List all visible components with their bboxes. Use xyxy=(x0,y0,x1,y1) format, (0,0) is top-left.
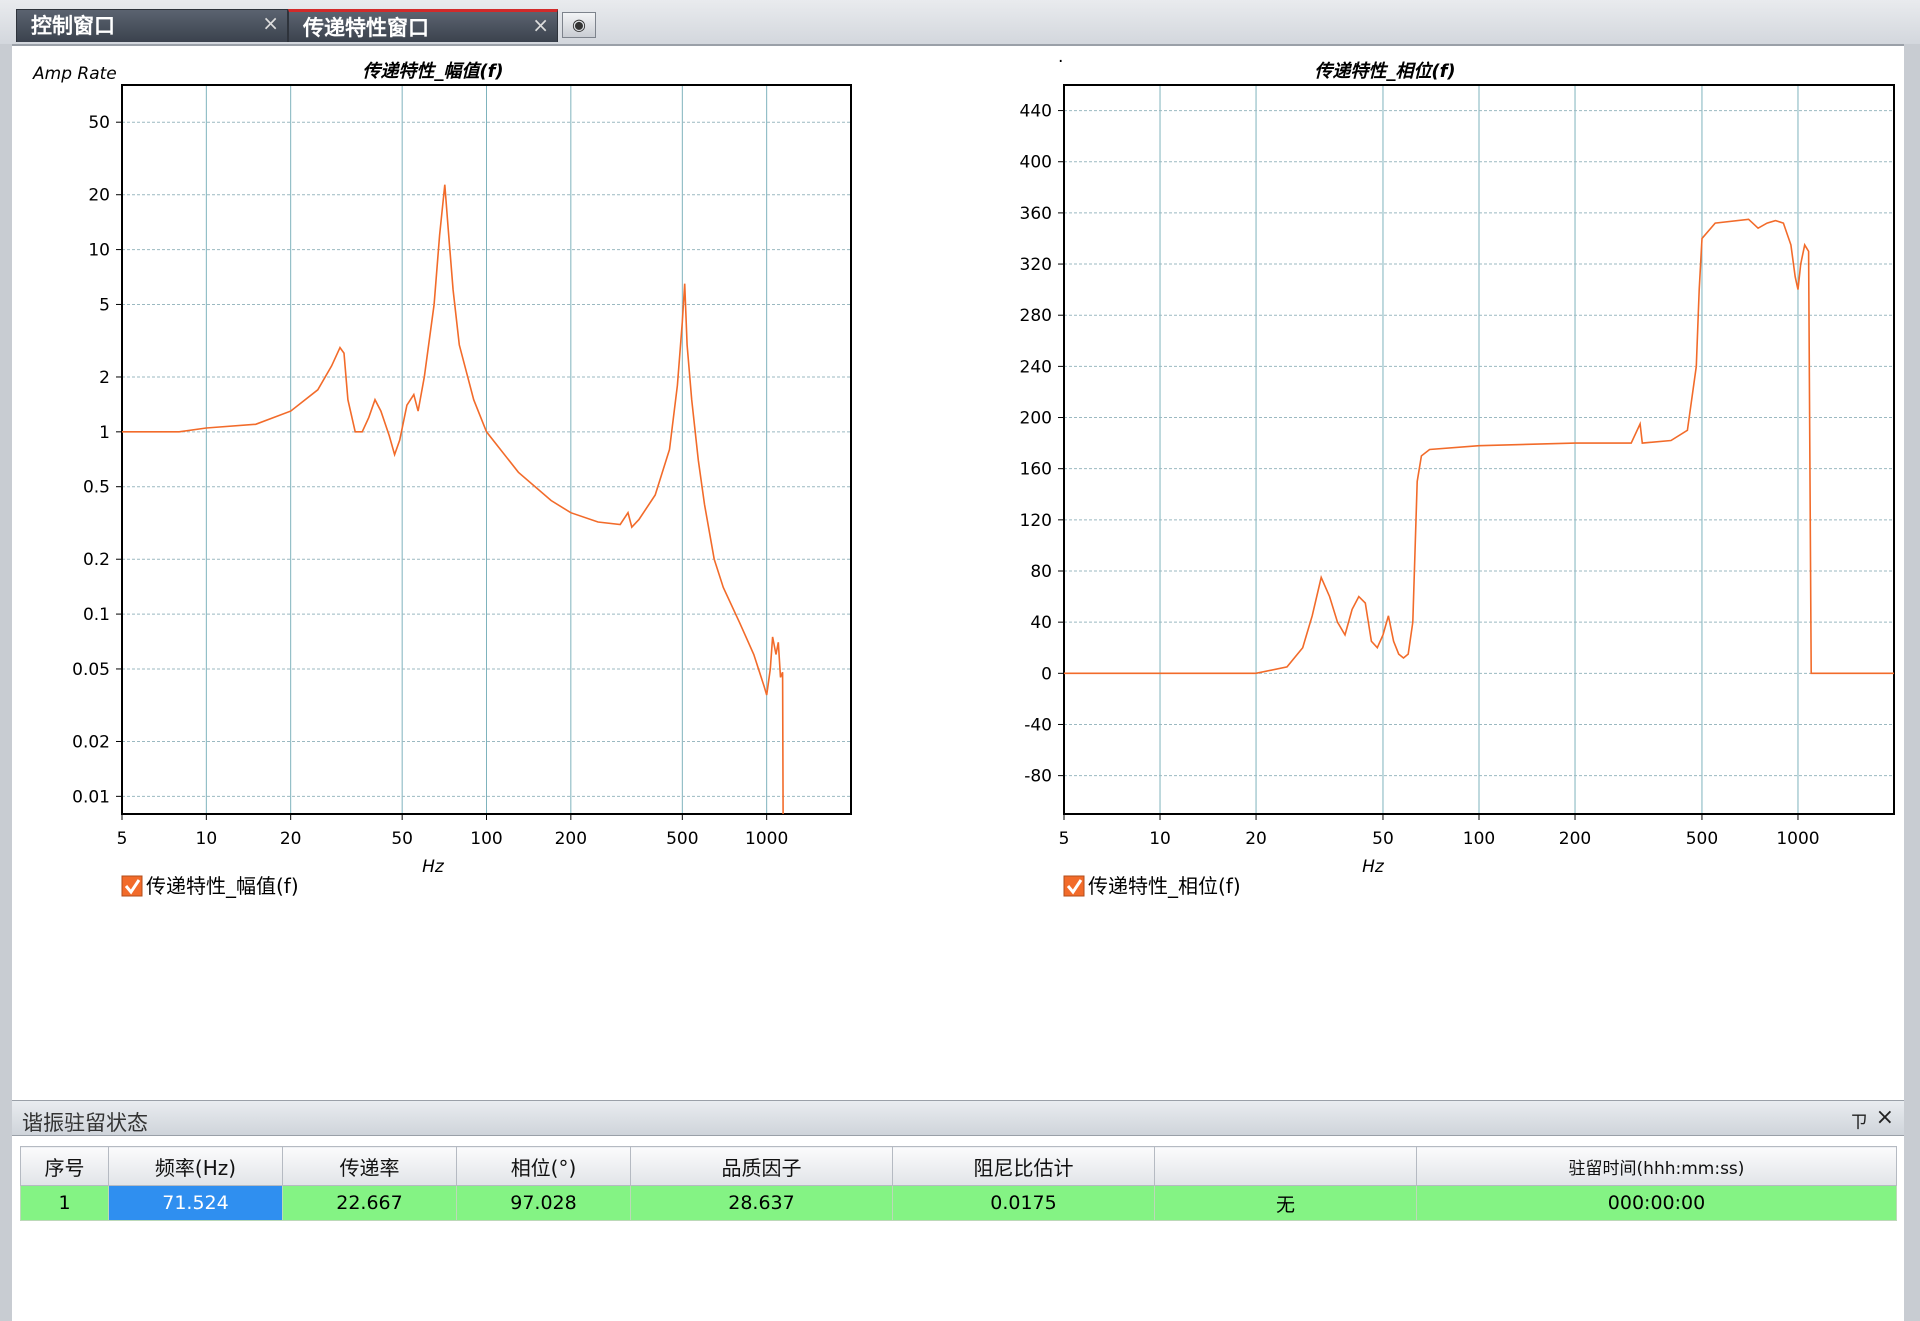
phase-y-tick-label: 80 xyxy=(1030,562,1052,582)
phase-xlabel: Hz xyxy=(1362,857,1385,877)
amplitude-x-tick-label: 5 xyxy=(117,829,128,849)
amplitude-series-line xyxy=(122,184,784,815)
amplitude-y-tick-label: 0.05 xyxy=(72,660,110,680)
amplitude-y-tick-label: 0.1 xyxy=(83,605,110,625)
left-frame xyxy=(0,44,12,1321)
phase-y-tick-label: 280 xyxy=(1020,306,1052,326)
amplitude-x-tick-label: 500 xyxy=(666,829,698,849)
table-header-row: 序号 频率(Hz) 传递率 相位(°) 品质因子 阻尼比估计 驻留时间(hhh:… xyxy=(20,1146,1897,1186)
table-row[interactable]: 1 71.524 22.667 97.028 28.637 0.0175 无 0… xyxy=(20,1185,1897,1221)
phase-y-tick-label: 160 xyxy=(1020,460,1052,480)
tab-label: 控制窗口 xyxy=(31,14,115,38)
amplitude-y-tick-label: 5 xyxy=(99,295,110,315)
cell-damping-ratio[interactable]: 0.0175 xyxy=(892,1185,1155,1221)
right-scroll-frame xyxy=(1904,44,1920,1321)
cell-dwell-time[interactable]: 000:00:00 xyxy=(1416,1185,1897,1221)
amplitude-y-tick-label: 0.2 xyxy=(83,550,110,570)
close-icon[interactable]: × xyxy=(532,9,549,42)
panel-title: 谐振驻留状态 xyxy=(22,1111,148,1135)
cell-frequency[interactable]: 71.524 xyxy=(108,1185,283,1221)
phase-x-tick-label: 5 xyxy=(1059,829,1070,849)
cell-transmissibility[interactable]: 22.667 xyxy=(282,1185,457,1221)
cell-index[interactable]: 1 xyxy=(20,1185,109,1221)
close-icon[interactable]: × xyxy=(262,7,279,40)
charts-svg: Amp Rate 传递特性_幅值(f) Hz 传递特性_幅值(f) . 传递特性… xyxy=(32,47,1895,898)
amplitude-x-tick-label: 1000 xyxy=(745,829,788,849)
amplitude-y-tick-label: 10 xyxy=(88,241,110,261)
cell-phase[interactable]: 97.028 xyxy=(456,1185,631,1221)
phase-y-tick-label: 120 xyxy=(1020,511,1052,531)
phase-x-tick-label: 200 xyxy=(1559,829,1591,849)
tab-transfer-window[interactable]: 传递特性窗口 × xyxy=(288,9,558,42)
phase-y-tick-label: -80 xyxy=(1024,767,1052,787)
amplitude-x-tick-label: 100 xyxy=(470,829,502,849)
col-header-blank[interactable] xyxy=(1154,1146,1417,1186)
phase-y-tick-label: 0 xyxy=(1041,664,1052,684)
phase-y-tick-label: -40 xyxy=(1024,715,1052,735)
cell-quality-factor[interactable]: 28.637 xyxy=(630,1185,893,1221)
tab-list-icon[interactable]: ◉ xyxy=(562,12,596,38)
resonance-table: 序号 频率(Hz) 传递率 相位(°) 品质因子 阻尼比估计 驻留时间(hhh:… xyxy=(20,1146,1897,1221)
phase-y-tick-label: 440 xyxy=(1020,102,1052,122)
amp-xlabel: Hz xyxy=(422,857,445,877)
col-header-damping-ratio[interactable]: 阻尼比估计 xyxy=(892,1146,1155,1186)
phase-x-tick-label: 100 xyxy=(1463,829,1495,849)
phase-x-tick-label: 50 xyxy=(1372,829,1394,849)
amplitude-x-tick-label: 10 xyxy=(196,829,218,849)
amplitude-x-tick-label: 200 xyxy=(555,829,587,849)
phase-y-tick-label: 40 xyxy=(1030,613,1052,633)
amplitude-x-tick-label: 20 xyxy=(280,829,302,849)
amplitude-y-tick-label: 0.02 xyxy=(72,732,110,752)
phase-x-tick-label: 500 xyxy=(1686,829,1718,849)
phase-y-tick-label: 400 xyxy=(1020,153,1052,173)
cell-status[interactable]: 无 xyxy=(1154,1185,1417,1221)
phase-y-tick-label: 240 xyxy=(1020,357,1052,377)
col-header-quality-factor[interactable]: 品质因子 xyxy=(630,1146,893,1186)
amplitude-y-tick-label: 50 xyxy=(88,113,110,133)
document-tab-bar: 控制窗口 × 传递特性窗口 × ◉ xyxy=(0,0,1920,46)
amplitude-y-tick-label: 0.5 xyxy=(83,478,110,498)
amp-chart-title: 传递特性_幅值(f) xyxy=(362,61,503,82)
amplitude-y-tick-label: 2 xyxy=(99,368,110,388)
tab-control-window[interactable]: 控制窗口 × xyxy=(16,9,288,42)
chart-panel: Amp Rate 传递特性_幅值(f) Hz 传递特性_幅值(f) . 传递特性… xyxy=(12,46,1904,1100)
amplitude-y-tick-label: 1 xyxy=(99,423,110,443)
amplitude-y-tick-label: 0.01 xyxy=(72,787,110,807)
col-header-frequency[interactable]: 频率(Hz) xyxy=(108,1146,283,1186)
phase-y-tick-label: 200 xyxy=(1020,409,1052,429)
col-header-index[interactable]: 序号 xyxy=(20,1146,109,1186)
resonance-dwell-panel: 谐振驻留状态 ㄗ × 序号 频率(Hz) 传递率 相位(°) 品质因子 阻尼比估… xyxy=(12,1100,1904,1321)
phase-y-tick-label: 320 xyxy=(1020,255,1052,275)
phase-ylabel: . xyxy=(1058,47,1063,67)
phase-legend-label: 传递特性_相位(f) xyxy=(1088,874,1241,898)
close-icon[interactable]: × xyxy=(1876,1105,1894,1130)
col-header-dwell-time[interactable]: 驻留时间(hhh:mm:ss) xyxy=(1416,1146,1897,1186)
amplitude-y-tick-label: 20 xyxy=(88,186,110,206)
amp-ylabel: Amp Rate xyxy=(32,64,117,84)
pin-icon[interactable]: ㄗ xyxy=(1850,1108,1868,1134)
col-header-phase[interactable]: 相位(°) xyxy=(456,1146,631,1186)
phase-chart-title: 传递特性_相位(f) xyxy=(1314,61,1455,82)
phase-x-tick-label: 1000 xyxy=(1776,829,1819,849)
amplitude-x-tick-label: 50 xyxy=(391,829,413,849)
phase-x-tick-label: 20 xyxy=(1245,829,1267,849)
col-header-transmissibility[interactable]: 传递率 xyxy=(282,1146,457,1186)
amp-legend-label: 传递特性_幅值(f) xyxy=(146,874,299,898)
tab-label: 传递特性窗口 xyxy=(303,16,429,40)
panel-header: 谐振驻留状态 ㄗ × xyxy=(12,1100,1904,1136)
phase-y-tick-label: 360 xyxy=(1020,204,1052,224)
phase-x-tick-label: 10 xyxy=(1149,829,1171,849)
